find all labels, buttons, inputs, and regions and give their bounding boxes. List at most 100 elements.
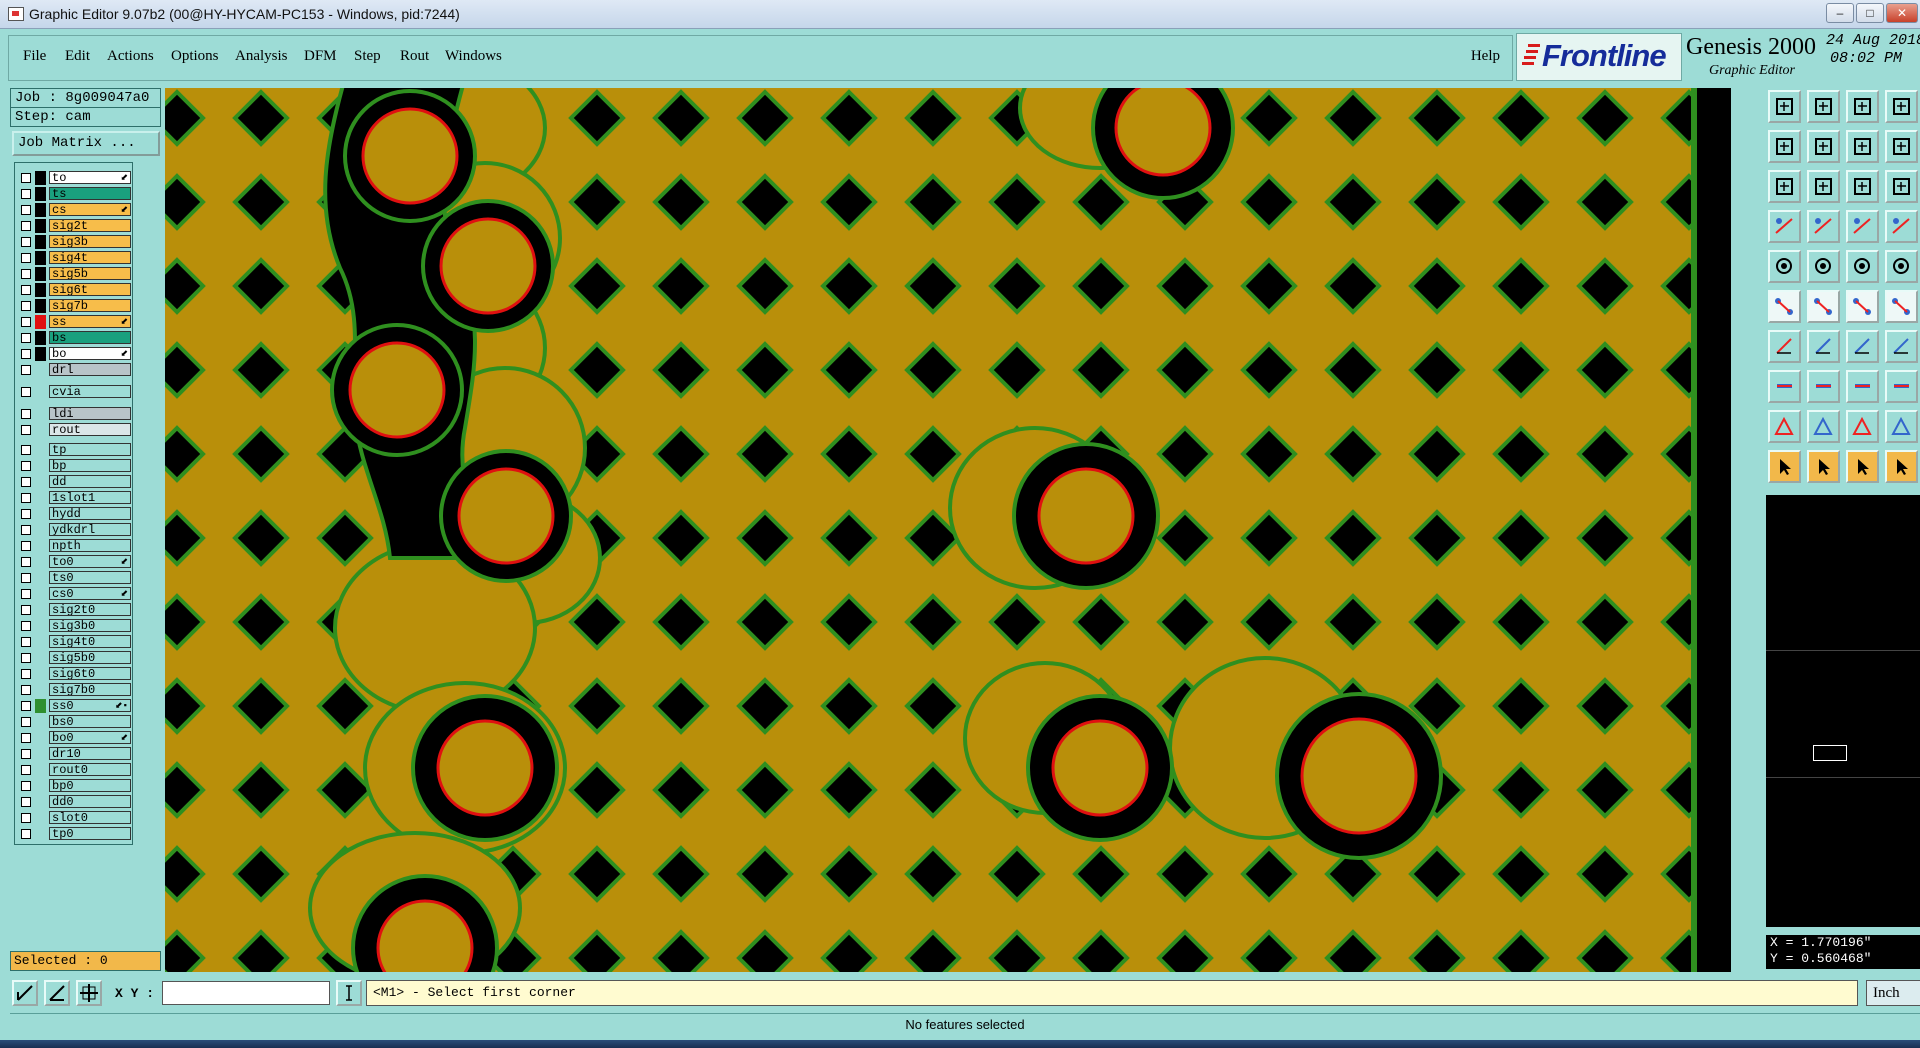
copy-button[interactable] xyxy=(1885,370,1918,403)
layer-name[interactable]: rout xyxy=(49,423,131,436)
layer-name[interactable]: 1slot1 xyxy=(49,491,131,504)
layer-checkbox[interactable] xyxy=(21,365,31,375)
layer-row[interactable]: npth xyxy=(17,539,132,553)
layer-row[interactable]: ts xyxy=(17,187,132,201)
help-button[interactable] xyxy=(1885,170,1918,203)
line-button[interactable] xyxy=(1807,250,1840,283)
layer-checkbox[interactable] xyxy=(21,445,31,455)
close-button[interactable]: ✕ xyxy=(1886,3,1918,23)
pad[interactable] xyxy=(361,107,459,205)
job-matrix-button[interactable]: Job Matrix ... xyxy=(12,131,160,156)
layer-row[interactable]: dd0 xyxy=(17,795,132,809)
layer-row[interactable]: dd xyxy=(17,475,132,489)
node-button[interactable] xyxy=(1768,290,1801,323)
layer-row[interactable]: sig3b xyxy=(17,235,132,249)
graphic-canvas[interactable] xyxy=(165,88,1731,972)
zoom-in-button[interactable] xyxy=(1768,130,1801,163)
layer-checkbox[interactable] xyxy=(21,269,31,279)
pad-button[interactable] xyxy=(1768,250,1801,283)
layer-checkbox[interactable] xyxy=(21,541,31,551)
layer-row[interactable]: bs xyxy=(17,331,132,345)
triangle-a-button[interactable] xyxy=(1846,410,1879,443)
layer-name[interactable]: sig6t0 xyxy=(49,667,131,680)
pad[interactable] xyxy=(348,341,446,439)
triangle-b-button[interactable] xyxy=(1885,410,1918,443)
layer-row[interactable]: sig7b0 xyxy=(17,683,132,697)
menu-edit[interactable]: Edit xyxy=(65,48,90,65)
zoom-back-button[interactable] xyxy=(1846,130,1879,163)
layer-checkbox[interactable] xyxy=(21,285,31,295)
layer-name[interactable]: bo ⬋ xyxy=(49,347,131,360)
layer-checkbox[interactable] xyxy=(21,765,31,775)
pcb-view[interactable] xyxy=(165,88,1731,972)
menu-analysis[interactable]: Analysis xyxy=(235,48,288,65)
net-button[interactable] xyxy=(1885,330,1918,363)
layer-name[interactable]: tp xyxy=(49,443,131,456)
layer-name[interactable]: cs0 ⬋ xyxy=(49,587,131,600)
layer-name[interactable]: sig4t0 xyxy=(49,635,131,648)
layer-row[interactable]: ldi xyxy=(17,407,132,421)
menu-actions[interactable]: Actions xyxy=(107,48,154,65)
overview-view-box[interactable] xyxy=(1813,745,1847,761)
select-button[interactable] xyxy=(1768,450,1801,483)
layer-row[interactable]: bp0 xyxy=(17,779,132,793)
grid-button[interactable] xyxy=(1807,210,1840,243)
layer-row[interactable]: sig6t xyxy=(17,283,132,297)
select-outline-button[interactable] xyxy=(1846,450,1879,483)
layer-name[interactable]: dr10 xyxy=(49,747,131,760)
layer-name[interactable]: to0 ⬋ xyxy=(49,555,131,568)
layer-row[interactable]: bo0 ⬋ xyxy=(17,731,132,745)
layer-checkbox[interactable] xyxy=(21,669,31,679)
pan-button[interactable] xyxy=(1768,170,1801,203)
arc-button[interactable] xyxy=(1885,290,1918,323)
layer-name[interactable]: ss0 ⬋▪ xyxy=(49,699,131,712)
layer-row[interactable]: tp0 xyxy=(17,827,132,841)
layer-row[interactable]: sig2t0 xyxy=(17,603,132,617)
layer-checkbox[interactable] xyxy=(21,493,31,503)
menu-file[interactable]: File xyxy=(23,48,46,65)
layer-row[interactable]: 1slot1 xyxy=(17,491,132,505)
pad[interactable] xyxy=(1114,88,1212,177)
layer-checkbox[interactable] xyxy=(21,573,31,583)
zoom-out-button[interactable] xyxy=(1807,130,1840,163)
zoom-layer-button[interactable] xyxy=(1846,90,1879,123)
intersect-button[interactable] xyxy=(1807,290,1840,323)
zoom-fit-button[interactable] xyxy=(1807,90,1840,123)
layer-checkbox[interactable] xyxy=(21,749,31,759)
layer-row[interactable]: drl xyxy=(17,363,132,377)
layer-name[interactable]: bs0 xyxy=(49,715,131,728)
layer-name[interactable]: bp0 xyxy=(49,779,131,792)
layer-checkbox[interactable] xyxy=(21,237,31,247)
layer-row[interactable]: ydkdrl xyxy=(17,523,132,537)
snap-edge-button[interactable] xyxy=(1885,210,1918,243)
layer-name[interactable]: ldi xyxy=(49,407,131,420)
menu-dfm[interactable]: DFM xyxy=(304,48,337,65)
pad[interactable] xyxy=(1037,467,1135,565)
layer-checkbox[interactable] xyxy=(21,685,31,695)
layer-row[interactable]: ts0 xyxy=(17,571,132,585)
curve-button[interactable] xyxy=(1846,330,1879,363)
layer-checkbox[interactable] xyxy=(21,797,31,807)
layer-checkbox[interactable] xyxy=(21,333,31,343)
layer-row[interactable]: tp xyxy=(17,443,132,457)
layer-checkbox[interactable] xyxy=(21,253,31,263)
layer-checkbox[interactable] xyxy=(21,733,31,743)
measure-button[interactable] xyxy=(1768,210,1801,243)
layer-checkbox[interactable] xyxy=(21,781,31,791)
layer-row[interactable]: sig7b xyxy=(17,299,132,313)
layer-checkbox[interactable] xyxy=(21,557,31,567)
pad[interactable] xyxy=(457,467,555,565)
snap-button[interactable] xyxy=(1885,130,1918,163)
layer-name[interactable]: sig2t xyxy=(49,219,131,232)
route-select-button[interactable] xyxy=(1885,450,1918,483)
align-button[interactable] xyxy=(1768,370,1801,403)
layer-row[interactable]: dr10 xyxy=(17,747,132,761)
text-cursor-button[interactable] xyxy=(336,980,362,1006)
snap-mode-button[interactable] xyxy=(12,980,38,1006)
xy-input[interactable] xyxy=(162,981,330,1005)
menu-options[interactable]: Options xyxy=(171,48,219,65)
layer-checkbox[interactable] xyxy=(21,425,31,435)
layer-checkbox[interactable] xyxy=(21,349,31,359)
layer-checkbox[interactable] xyxy=(21,701,31,711)
layer-row[interactable]: bp xyxy=(17,459,132,473)
